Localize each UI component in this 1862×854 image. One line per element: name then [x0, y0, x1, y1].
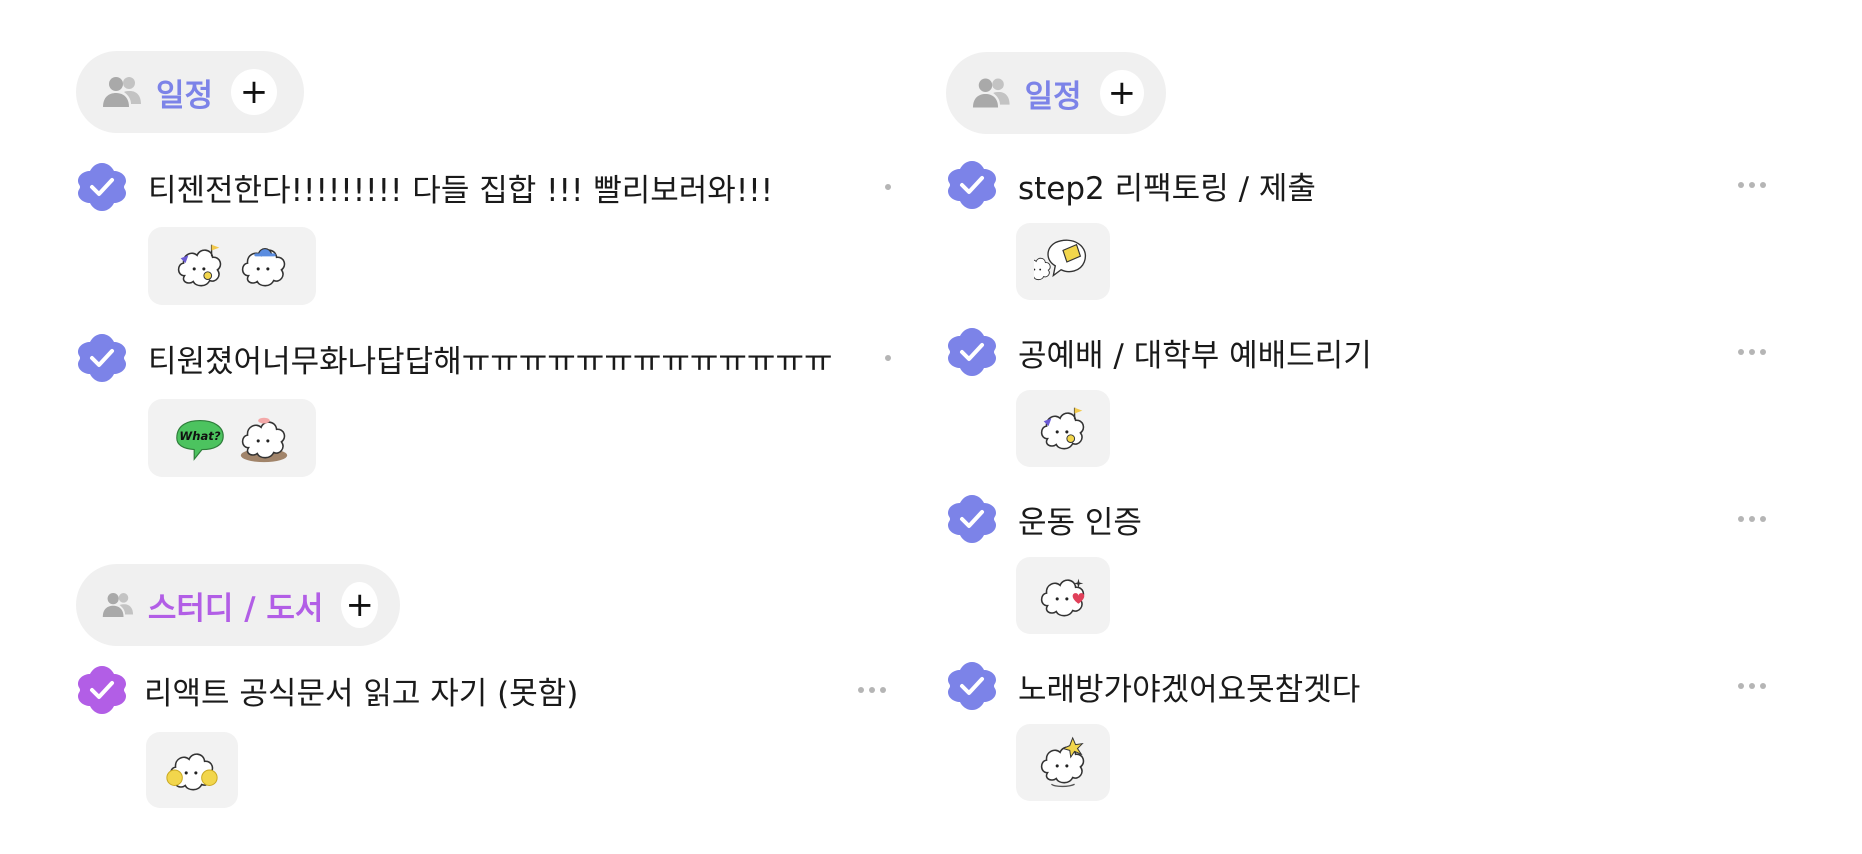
sad-cloud-sticker: [240, 417, 288, 463]
hand-bubble-sticker: [1034, 239, 1087, 280]
flag-cloud-sticker: [1034, 407, 1092, 458]
checkmark-icon[interactable]: [946, 159, 998, 211]
task-title[interactable]: 티젠전한다!!!!!!!!! 다들 집합 !!! 빨리보러와!!!: [148, 165, 773, 210]
people-icon: [972, 76, 1011, 110]
task-title[interactable]: step2 리팩토링 / 제출: [1018, 163, 1316, 208]
more-icon[interactable]: [1733, 322, 1766, 382]
cheer-cloud-sticker: [166, 741, 218, 799]
task-title[interactable]: 리액트 공식문서 읽고 자기 (못함): [144, 668, 578, 713]
plus-icon: +: [239, 72, 269, 112]
task-row[interactable]: 운동 인증: [946, 489, 1766, 549]
group-header[interactable]: 스터디 / 도서 +: [76, 564, 400, 646]
more-icon[interactable]: [1733, 155, 1766, 215]
sparkle-cloud-sticker: [1034, 736, 1092, 787]
more-icon[interactable]: [1733, 656, 1766, 716]
task-row[interactable]: step2 리팩토링 / 제출: [946, 155, 1766, 215]
svg-text:What?: What?: [179, 429, 220, 443]
group-header[interactable]: 일정 +: [946, 52, 1166, 134]
plus-icon: +: [1107, 73, 1137, 113]
checkmark-icon[interactable]: [76, 161, 128, 213]
people-icon: [102, 75, 142, 109]
sticker-tray: What?: [148, 399, 316, 477]
checkmark-icon[interactable]: [946, 660, 998, 712]
what-bubble-sticker: What?: [176, 420, 224, 461]
group-label: 스터디 / 도서: [147, 590, 324, 627]
sticker-tray: [1016, 223, 1110, 300]
sticker-tray: [1016, 390, 1110, 467]
checkmark-icon[interactable]: [76, 332, 128, 384]
checkmark-icon[interactable]: [946, 326, 998, 378]
sticker-tray: [146, 732, 238, 808]
checkmark-icon[interactable]: [946, 493, 998, 545]
add-task-button[interactable]: +: [1099, 70, 1144, 116]
task-title[interactable]: 공예배 / 대학부 예배드리기: [1018, 330, 1372, 375]
task-title[interactable]: 운동 인증: [1018, 497, 1142, 542]
heart-cloud-sticker: [1034, 578, 1085, 625]
more-icon[interactable]: [853, 660, 886, 720]
more-icon[interactable]: [880, 328, 891, 388]
task-row[interactable]: 티원졌어너무화나답답해ㅠㅠㅠㅠㅠㅠㅠㅠㅠㅠㅠㅠㅠ: [76, 328, 891, 388]
task-title[interactable]: 노래방가야겠어요못참겟다: [1018, 664, 1360, 709]
flag-cloud-sticker: [171, 244, 229, 295]
group-label: 일정: [1024, 78, 1082, 115]
hat-cloud-sticker: [235, 248, 293, 295]
checkmark-icon[interactable]: [76, 664, 128, 716]
people-icon: [102, 588, 134, 622]
task-row[interactable]: 공예배 / 대학부 예배드리기: [946, 322, 1766, 382]
sticker-tray: [1016, 557, 1110, 634]
task-title[interactable]: 티원졌어너무화나답답해ㅠㅠㅠㅠㅠㅠㅠㅠㅠㅠㅠㅠㅠ: [148, 336, 832, 381]
sticker-tray: [1016, 724, 1110, 801]
plus-icon: +: [345, 585, 374, 625]
add-task-button[interactable]: +: [231, 69, 278, 115]
group-label: 일정: [156, 77, 214, 114]
task-row[interactable]: 노래방가야겠어요못참겟다: [946, 656, 1766, 716]
add-task-button[interactable]: +: [341, 582, 378, 628]
more-icon[interactable]: [1733, 489, 1766, 549]
group-header[interactable]: 일정 +: [76, 51, 304, 133]
more-icon[interactable]: [880, 157, 891, 217]
sticker-tray: [148, 227, 316, 305]
task-row[interactable]: 티젠전한다!!!!!!!!! 다들 집합 !!! 빨리보러와!!!: [76, 157, 891, 217]
task-row[interactable]: 리액트 공식문서 읽고 자기 (못함): [76, 660, 886, 720]
